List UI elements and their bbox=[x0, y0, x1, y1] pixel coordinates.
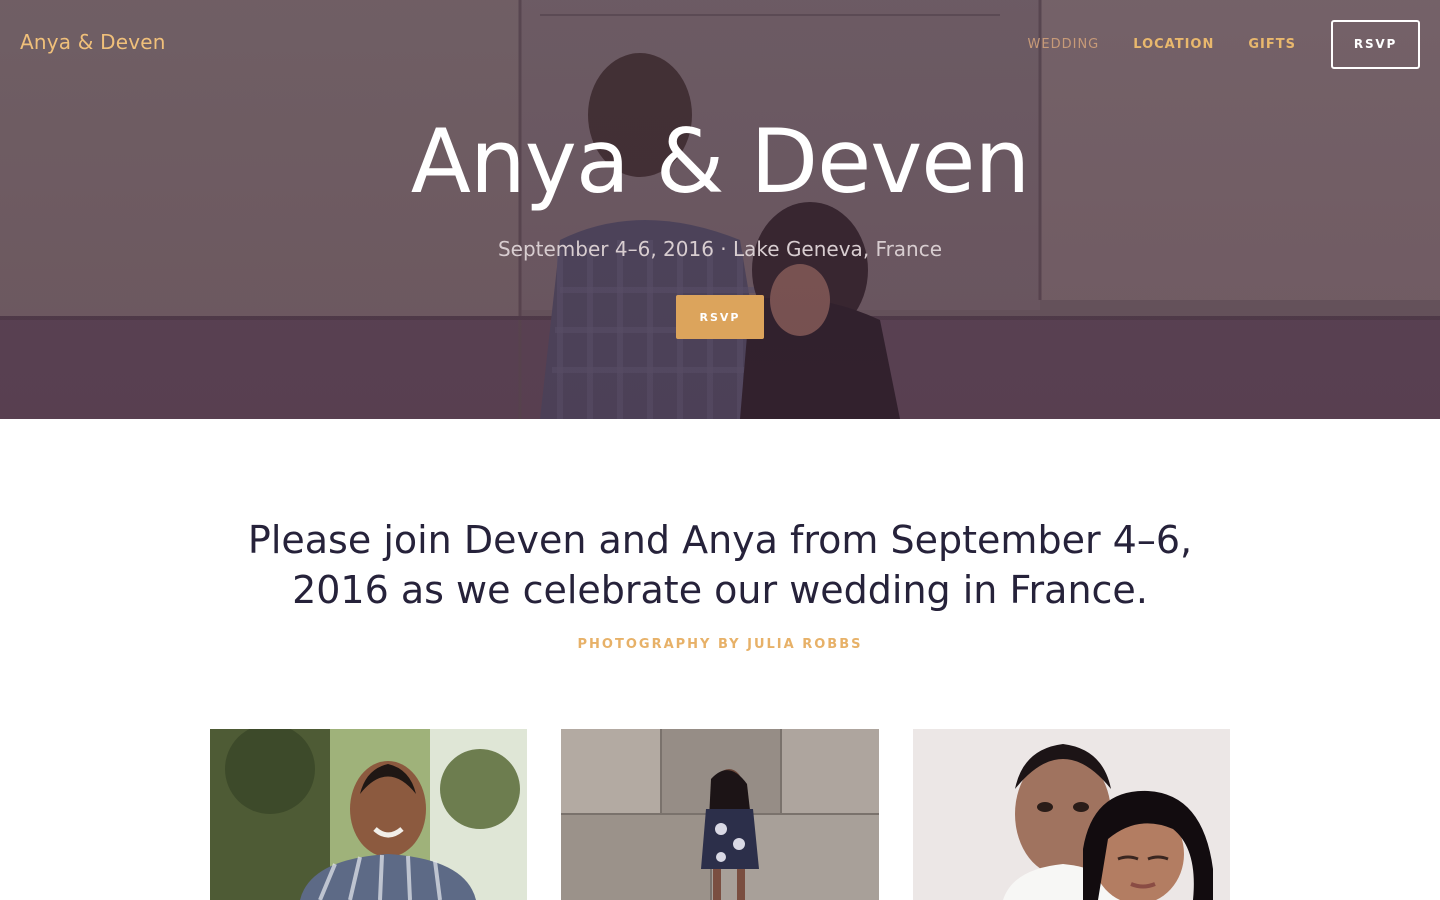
nav-rsvp-button[interactable]: RSVP bbox=[1331, 19, 1420, 69]
hero-rsvp-button[interactable]: RSVP bbox=[676, 295, 764, 339]
gallery-photo-3[interactable] bbox=[913, 729, 1230, 900]
gallery-photo-2-image bbox=[561, 729, 879, 900]
brand-logo[interactable]: Anya & Deven bbox=[20, 30, 166, 54]
gallery-photo-1[interactable] bbox=[210, 729, 527, 900]
nav-item-gifts[interactable]: GIFTS bbox=[1248, 37, 1296, 52]
intro-text: Please join Deven and Anya from Septembe… bbox=[247, 518, 1193, 612]
nav-item-location[interactable]: LOCATION bbox=[1133, 37, 1214, 52]
nav-item-wedding[interactable]: WEDDING bbox=[1028, 37, 1100, 52]
hero-subtitle: September 4–6, 2016 · Lake Geneva, Franc… bbox=[497, 237, 943, 261]
hero-section: Anya & Deven WEDDING LOCATION GIFTS RSVP… bbox=[0, 0, 1440, 419]
gallery-photo-1-image bbox=[210, 729, 527, 900]
gallery-photo-2[interactable] bbox=[561, 729, 879, 900]
photography-credit: PHOTOGRAPHY BY JULIA ROBBS bbox=[577, 637, 863, 652]
hero-title: Anya & Deven bbox=[410, 110, 1030, 213]
gallery-photo-3-image bbox=[913, 729, 1230, 900]
top-nav: WEDDING LOCATION GIFTS RSVP bbox=[994, 0, 1420, 88]
